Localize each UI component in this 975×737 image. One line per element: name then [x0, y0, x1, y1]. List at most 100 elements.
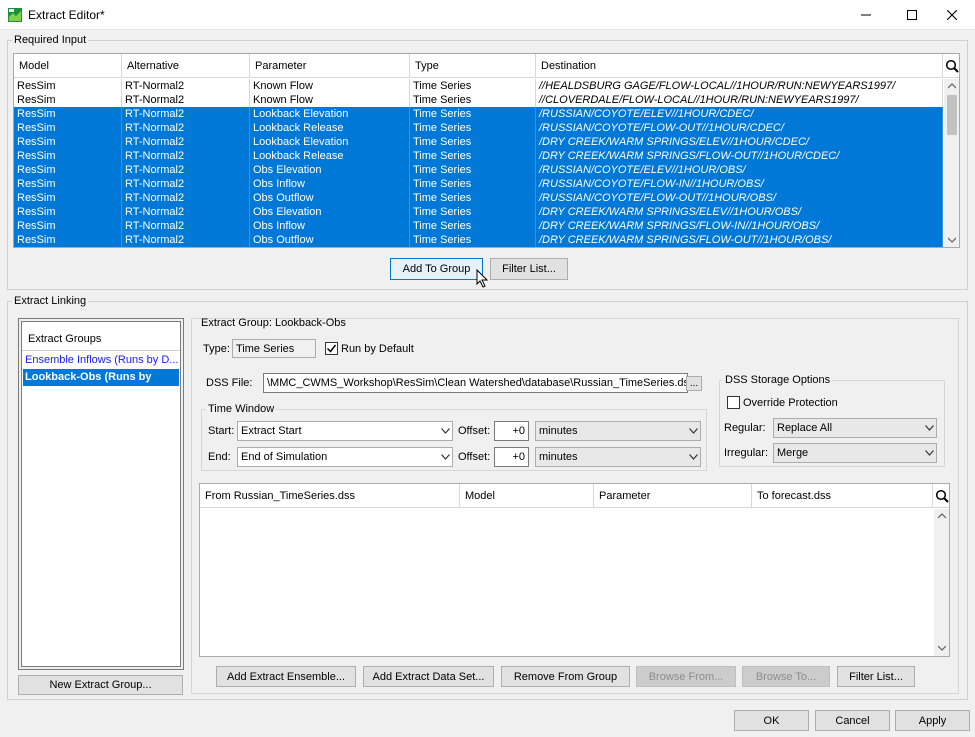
table-cell-model: ResSim — [14, 135, 122, 149]
start-select[interactable]: Extract Start — [237, 421, 453, 441]
irregular-select[interactable]: Merge — [773, 443, 937, 463]
start-offset-input[interactable]: +0 — [494, 421, 529, 441]
scroll-up-icon[interactable] — [948, 83, 956, 89]
link-table-search-button[interactable] — [933, 484, 949, 508]
new-extract-group-button[interactable]: New Extract Group... — [18, 675, 183, 695]
column-header-parameter[interactable]: Parameter — [250, 54, 410, 78]
chevron-down-icon — [924, 425, 934, 431]
table-cell-param: Lookback Elevation — [250, 107, 410, 121]
column-header-to[interactable]: To forecast.dss — [752, 484, 933, 508]
scroll-down-icon[interactable] — [948, 237, 956, 243]
link-table-scrollbar[interactable] — [934, 509, 949, 656]
table-row[interactable]: ResSim RT-Normal2 Known Flow Time Series//C… — [14, 93, 943, 107]
table-cell-model: ResSim — [14, 219, 122, 233]
end-label: End: — [208, 451, 231, 463]
table-row[interactable]: ResSim RT-Normal2 Lookback Release Time Ser… — [14, 149, 943, 163]
override-protection-checkbox[interactable] — [727, 396, 740, 409]
remove-from-group-button[interactable]: Remove From Group — [501, 666, 630, 687]
start-value: Extract Start — [241, 425, 302, 437]
extract-group-title: Extract Group: Lookback-Obs — [201, 317, 346, 329]
table-cell-alt: RT-Normal2 — [122, 191, 250, 205]
table-cell-dest: /RUSSIAN/COYOTE/ELEV//1HOUR/OBS/ — [536, 163, 943, 177]
table-cell-dest: //HEALDSBURG GAGE/FLOW-LOCAL//1HOUR/RUN:… — [536, 79, 943, 93]
table-cell-alt: RT-Normal2 — [122, 219, 250, 233]
table-cell-type: Time Series — [410, 121, 536, 135]
dss-file-label: DSS File: — [206, 377, 253, 389]
close-button[interactable] — [929, 0, 975, 29]
table-row[interactable]: ResSim RT-Normal2 Lookback Elevation Time S… — [14, 135, 943, 149]
add-to-group-button[interactable]: Add To Group — [390, 258, 483, 280]
extract-group-item[interactable]: Lookback-Obs (Runs by — [23, 369, 179, 386]
table-row[interactable]: ResSim RT-Normal2 Known Flow Time Series//H… — [14, 79, 943, 93]
end-units-select[interactable]: minutes — [535, 447, 701, 467]
search-icon — [935, 489, 949, 503]
dss-file-input[interactable]: \MMC_CWMS_Workshop\ResSim\Clean Watershe… — [263, 373, 688, 393]
table-cell-type: Time Series — [410, 233, 536, 247]
start-units-value: minutes — [539, 425, 578, 437]
chevron-down-icon — [688, 428, 698, 434]
table-cell-dest: /RUSSIAN/COYOTE/FLOW-IN//1HOUR/OBS/ — [536, 177, 943, 191]
table-cell-param: Lookback Release — [250, 121, 410, 135]
table-cell-dest: /DRY CREEK/WARM SPRINGS/FLOW-OUT//1HOUR/… — [536, 149, 943, 163]
scroll-thumb[interactable] — [947, 95, 957, 135]
extract-group-item[interactable]: Ensemble Inflows (Runs by D... — [23, 352, 179, 369]
table-row[interactable]: ResSim RT-Normal2 Obs Inflow Time Series/DR… — [14, 219, 943, 233]
vertical-scrollbar[interactable] — [944, 79, 959, 247]
table-row[interactable]: ResSim RT-Normal2 Obs Outflow Time Series/D… — [14, 233, 943, 247]
start-units-select[interactable]: minutes — [535, 421, 701, 441]
table-cell-type: Time Series — [410, 149, 536, 163]
extract-groups-list: Extract Groups Ensemble Inflows (Runs by… — [21, 321, 181, 667]
dss-storage-label: DSS Storage Options — [723, 374, 833, 386]
column-header-from[interactable]: From Russian_TimeSeries.dss — [200, 484, 460, 508]
scroll-down-icon[interactable] — [938, 645, 946, 651]
table-row[interactable]: ResSim RT-Normal2 Lookback Elevation Time S… — [14, 107, 943, 121]
browse-from-button[interactable]: Browse From... — [636, 666, 736, 687]
table-row[interactable]: ResSim RT-Normal2 Obs Inflow Time Series/RU… — [14, 177, 943, 191]
regular-value: Replace All — [777, 422, 833, 434]
chevron-down-icon — [440, 428, 450, 434]
table-cell-model: ResSim — [14, 149, 122, 163]
column-header-model[interactable]: Model — [14, 54, 122, 78]
dss-browse-button[interactable]: ... — [686, 376, 702, 391]
extract-groups-header: Extract Groups — [28, 333, 102, 345]
column-header-destination[interactable]: Destination — [536, 54, 943, 78]
close-icon — [947, 9, 957, 20]
table-cell-model: ResSim — [14, 191, 122, 205]
table-cell-alt: RT-Normal2 — [122, 79, 250, 93]
required-input-table: Model Alternative Parameter Type Destina… — [13, 53, 960, 248]
filter-list-button[interactable]: Filter List... — [490, 258, 568, 280]
regular-select[interactable]: Replace All — [773, 418, 937, 438]
chevron-down-icon — [924, 450, 934, 456]
add-extract-data-set-button[interactable]: Add Extract Data Set... — [363, 666, 494, 687]
link-filter-list-button[interactable]: Filter List... — [837, 666, 915, 687]
irregular-value: Merge — [777, 447, 809, 459]
end-offset-input[interactable]: +0 — [494, 447, 529, 467]
run-by-default-checkbox[interactable] — [325, 342, 338, 355]
scroll-up-icon[interactable] — [938, 513, 946, 519]
table-search-button[interactable] — [943, 54, 959, 78]
column-header-model[interactable]: Model — [460, 484, 594, 508]
table-cell-type: Time Series — [410, 205, 536, 219]
column-header-type[interactable]: Type — [410, 54, 536, 78]
table-row[interactable]: ResSim RT-Normal2 Lookback Release Time Ser… — [14, 121, 943, 135]
minimize-button[interactable] — [843, 0, 889, 29]
add-extract-ensemble-button[interactable]: Add Extract Ensemble... — [216, 666, 356, 687]
table-row[interactable]: ResSim RT-Normal2 Obs Elevation Time Series… — [14, 163, 943, 177]
end-select[interactable]: End of Simulation — [237, 447, 453, 467]
cancel-button[interactable]: Cancel — [815, 710, 890, 731]
apply-button[interactable]: Apply — [895, 710, 970, 731]
column-header-parameter[interactable]: Parameter — [594, 484, 752, 508]
link-table-header: From Russian_TimeSeries.dss Model Parame… — [200, 484, 933, 508]
table-cell-dest: /RUSSIAN/COYOTE/FLOW-OUT//1HOUR/CDEC/ — [536, 121, 943, 135]
table-row[interactable]: ResSim RT-Normal2 Obs Outflow Time Series/R… — [14, 191, 943, 205]
column-header-alternative[interactable]: Alternative — [122, 54, 250, 78]
table-row[interactable]: ResSim RT-Normal2 Obs Elevation Time Series… — [14, 205, 943, 219]
ok-button[interactable]: OK — [734, 710, 809, 731]
table-cell-dest: /DRY CREEK/WARM SPRINGS/FLOW-OUT//1HOUR/… — [536, 233, 943, 247]
browse-to-button[interactable]: Browse To... — [742, 666, 830, 687]
table-cell-param: Obs Outflow — [250, 233, 410, 247]
time-window-label: Time Window — [206, 403, 277, 415]
table-cell-param: Lookback Release — [250, 149, 410, 163]
chevron-down-icon — [440, 454, 450, 460]
type-field: Time Series — [232, 339, 316, 358]
